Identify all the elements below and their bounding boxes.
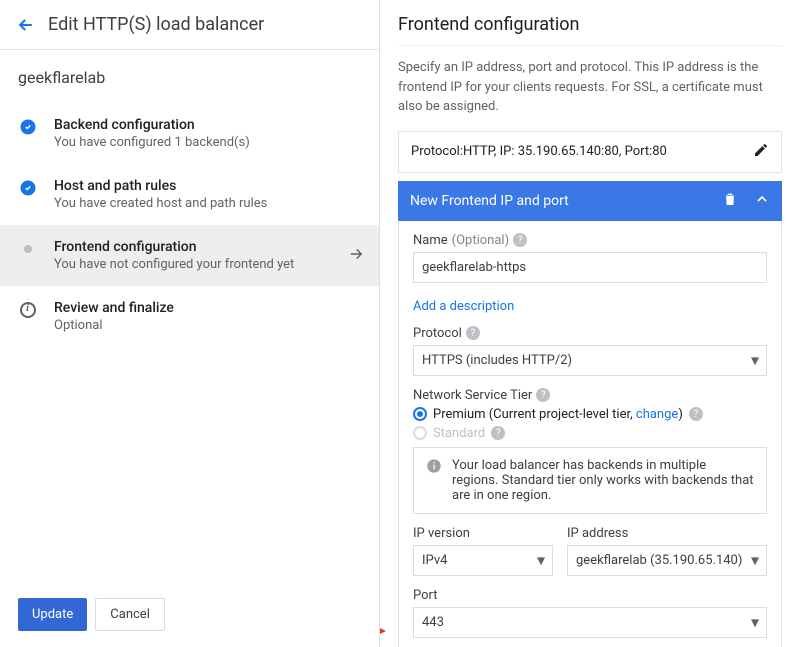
- tier-standard-text: Standard: [433, 426, 485, 441]
- step-backend[interactable]: Backend configuration You have configure…: [0, 103, 379, 164]
- step-label: Backend configuration: [54, 117, 250, 133]
- tier-premium-end: ): [678, 407, 683, 422]
- dot-icon: [18, 239, 38, 259]
- frontend-collapsed-row[interactable]: Protocol:HTTP, IP: 35.190.65.140:80, Por…: [398, 131, 782, 173]
- ipversion-label: IP version: [413, 526, 470, 541]
- name-label: Name: [413, 233, 448, 248]
- back-arrow-icon[interactable]: [16, 15, 36, 35]
- tier-notice-text: Your load balancer has backends in multi…: [452, 458, 754, 503]
- collapse-icon[interactable]: [754, 191, 770, 211]
- step-sub: You have configured 1 backend(s): [54, 135, 250, 150]
- new-frontend-header: New Frontend IP and port: [398, 181, 782, 221]
- check-icon: [18, 178, 38, 198]
- tier-change-link[interactable]: change: [636, 407, 678, 422]
- help-icon[interactable]: ?: [536, 388, 550, 402]
- ipaddress-label: IP address: [567, 526, 628, 541]
- step-frontend[interactable]: Frontend configuration You have not conf…: [0, 225, 379, 286]
- check-icon: [18, 117, 38, 137]
- tier-notice: Your load balancer has backends in multi…: [413, 447, 767, 514]
- collapsed-summary: Protocol:HTTP, IP: 35.190.65.140:80, Por…: [411, 144, 667, 159]
- step-sub: You have not configured your frontend ye…: [54, 257, 294, 272]
- info-icon: [426, 458, 442, 503]
- protocol-label: Protocol: [413, 326, 462, 341]
- step-label: Review and finalize: [54, 300, 174, 316]
- name-input[interactable]: [413, 252, 767, 283]
- edit-icon[interactable]: [753, 142, 769, 162]
- add-description-link[interactable]: Add a description: [413, 299, 514, 314]
- panel-description: Specify an IP address, port and protocol…: [398, 58, 782, 117]
- ipaddress-select[interactable]: geekflarelab (35.190.65.140): [567, 545, 767, 576]
- port-select[interactable]: 443: [413, 607, 767, 638]
- help-icon[interactable]: ?: [513, 233, 527, 247]
- step-host-rules[interactable]: Host and path rules You have created hos…: [0, 164, 379, 225]
- protocol-select[interactable]: HTTPS (includes HTTP/2): [413, 345, 767, 376]
- cancel-button[interactable]: Cancel: [95, 598, 165, 631]
- project-name: geekflarelab: [0, 50, 379, 93]
- tier-premium-radio[interactable]: Premium (Current project-level tier, cha…: [413, 407, 767, 422]
- new-frontend-title: New Frontend IP and port: [410, 193, 569, 209]
- radio-on-icon: [413, 407, 427, 421]
- ipversion-select[interactable]: IPv4: [413, 545, 553, 576]
- update-button[interactable]: Update: [18, 598, 87, 631]
- port-label: Port: [413, 588, 438, 603]
- help-icon[interactable]: ?: [689, 407, 703, 421]
- step-sub: Optional: [54, 318, 174, 333]
- tier-label: Network Service Tier: [413, 388, 532, 403]
- step-sub: You have created host and path rules: [54, 196, 267, 211]
- tier-standard-radio: Standard ?: [413, 426, 767, 441]
- annotation-arrow-icon: [380, 619, 386, 643]
- help-icon[interactable]: ?: [491, 426, 505, 440]
- help-icon[interactable]: ?: [466, 326, 480, 340]
- optional-hint: (Optional): [452, 233, 509, 248]
- step-label: Frontend configuration: [54, 239, 294, 255]
- page-title: Edit HTTP(S) load balancer: [48, 14, 264, 35]
- info-icon: [18, 300, 38, 320]
- delete-icon[interactable]: [722, 191, 738, 211]
- step-review[interactable]: Review and finalize Optional: [0, 286, 379, 347]
- panel-title: Frontend configuration: [398, 14, 782, 46]
- step-label: Host and path rules: [54, 178, 267, 194]
- chevron-right-icon: [347, 245, 365, 267]
- radio-off-icon: [413, 426, 427, 440]
- tier-premium-text: Premium (Current project-level tier,: [433, 407, 636, 422]
